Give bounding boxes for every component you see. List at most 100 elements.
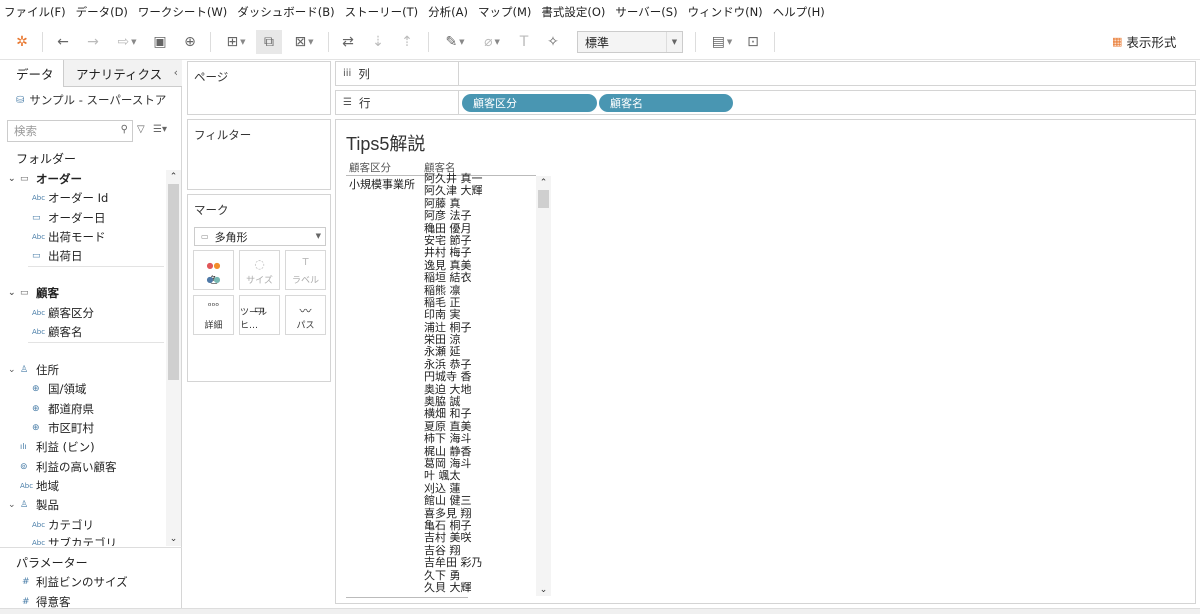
swap-rows-columns-icon[interactable]: ⇄: [338, 30, 358, 54]
customer-name-cell[interactable]: 阿彦 法子: [424, 209, 536, 222]
save-icon[interactable]: ▣: [150, 30, 170, 54]
hierarchy-address[interactable]: ⌄ ♙ 住所: [8, 360, 59, 379]
tab-data[interactable]: データ: [0, 60, 64, 87]
row-pill-customer-segment[interactable]: 顧客区分: [462, 94, 597, 112]
path-button[interactable]: 〰 パス: [285, 295, 326, 335]
field-list-scrollbar[interactable]: ⌃ ⌄: [166, 170, 181, 546]
new-datasource-icon[interactable]: ⊕: [180, 30, 200, 54]
field-order-date[interactable]: ▭ オーダー日: [32, 208, 106, 227]
tableau-logo-icon[interactable]: ✲: [12, 30, 32, 54]
field-order-id[interactable]: Abc オーダー Id: [32, 188, 108, 207]
rows-shelf[interactable]: ☰ 行 顧客区分 顧客名: [335, 90, 1196, 115]
tab-analytics[interactable]: アナリティクス ‹: [64, 60, 182, 87]
menu-data[interactable]: データ(D): [76, 4, 128, 20]
customer-name-cell[interactable]: 稲垣 結衣: [424, 271, 536, 284]
menu-format[interactable]: 書式設定(O): [541, 4, 605, 20]
highlight-icon[interactable]: ✎ ▼: [440, 30, 470, 54]
field-category[interactable]: Abc カテゴリ: [32, 515, 94, 534]
field-ship-date[interactable]: ▭ 出荷日: [32, 246, 83, 265]
collapse-pane-icon[interactable]: ‹: [174, 66, 178, 79]
chevron-up-icon[interactable]: ⌃: [536, 176, 551, 189]
menu-window[interactable]: ウィンドウ(N): [688, 4, 763, 20]
customer-name-cell[interactable]: 吉牟田 彩乃: [424, 556, 536, 569]
chevron-down-icon[interactable]: ⌄: [536, 583, 551, 596]
sort-ascending-icon[interactable]: ⇣: [368, 30, 388, 54]
menu-worksheet[interactable]: ワークシート(W): [138, 4, 227, 20]
sort-descending-icon[interactable]: ⇡: [397, 30, 417, 54]
customer-name-cell[interactable]: 永瀬 延: [424, 346, 536, 359]
menu-map[interactable]: マップ(M): [478, 4, 531, 20]
columns-shelf[interactable]: iii 列: [335, 61, 1196, 86]
view-scrollbar[interactable]: ⌃ ⌄: [536, 176, 551, 596]
show-me-button[interactable]: ▦ 表示形式: [1112, 32, 1176, 51]
field-customer-name[interactable]: Abc 顧客名: [32, 322, 83, 341]
field-region[interactable]: Abc 地域: [20, 476, 59, 495]
fit-select-value: 標準: [585, 35, 610, 50]
segment-cell[interactable]: 小規模事業所: [349, 176, 415, 192]
show-labels-icon[interactable]: T: [514, 30, 534, 54]
chevron-up-icon[interactable]: ⌃: [166, 170, 181, 184]
customer-name-cell[interactable]: 阿久津 大輝: [424, 184, 536, 197]
scrollbar-thumb[interactable]: [168, 184, 179, 380]
new-worksheet-icon[interactable]: ⊞ ▼: [220, 30, 252, 54]
fit-select[interactable]: 標準 ▼: [577, 31, 683, 53]
label-button[interactable]: T ラベル: [285, 250, 326, 290]
hierarchy-product[interactable]: ⌄ ♙ 製品: [8, 495, 59, 514]
parameters-label: パラメーター: [16, 556, 88, 570]
detail-button[interactable]: ᵒᵒᵒ 詳細: [193, 295, 234, 335]
header-customer-segment[interactable]: 顧客区分: [349, 160, 391, 175]
clear-sheet-icon[interactable]: ⊠ ▼: [288, 30, 320, 54]
parameters-section: パラメーター # 利益ビンのサイズ # 得意客: [0, 547, 182, 614]
row-pill-customer-name[interactable]: 顧客名: [599, 94, 733, 112]
field-profit-bin[interactable]: ılı 利益 (ビン): [20, 437, 95, 456]
field-city[interactable]: ⊕ 市区町村: [32, 418, 94, 437]
filters-card[interactable]: フィルター: [187, 119, 331, 190]
menu-story[interactable]: ストーリー(T): [345, 4, 419, 20]
field-ship-mode[interactable]: Abc 出荷モード: [32, 227, 106, 246]
field-label: 地域: [36, 478, 59, 493]
show-cards-icon[interactable]: ▤ ▼: [706, 30, 738, 54]
customer-name-cell[interactable]: 館山 健三: [424, 494, 536, 507]
group-members-icon[interactable]: ⌀ ▼: [477, 30, 507, 54]
menu-analysis[interactable]: 分析(A): [428, 4, 468, 20]
folder-order[interactable]: ⌄ ▭ オーダー: [8, 169, 82, 188]
mark-type-select[interactable]: ▭ 多角形 ▼: [194, 227, 326, 246]
duplicate-sheet-icon[interactable]: ⧉: [256, 30, 282, 54]
scrollbar-thumb[interactable]: [538, 190, 549, 208]
folder-customer[interactable]: ⌄ ▭ 顧客: [8, 283, 59, 302]
datasource-name[interactable]: ⛁ サンプル - スーパーストア: [16, 92, 166, 108]
customer-name-cell[interactable]: 久貝 大輝: [424, 581, 536, 594]
presentation-mode-icon[interactable]: ⊡: [743, 30, 763, 54]
view-options-icon[interactable]: ☰▾: [153, 124, 167, 135]
replay-icon[interactable]: ⇨ ▼: [112, 30, 142, 54]
tooltip-button[interactable]: ▭ ツールヒ…: [239, 295, 280, 335]
field-customer-segment[interactable]: Abc 顧客区分: [32, 303, 94, 322]
menu-help[interactable]: ヘルプ(H): [773, 4, 825, 20]
undo-icon[interactable]: ←: [53, 30, 73, 54]
field-top-customers-set[interactable]: ⊚ 利益の高い顧客: [20, 457, 117, 476]
customer-name-cell[interactable]: 柿下 海斗: [424, 432, 536, 445]
field-subcategory[interactable]: Abc サブカテゴリ: [32, 533, 117, 547]
field-country[interactable]: ⊕ 国/領域: [32, 379, 86, 398]
customer-name-cell[interactable]: 円城寺 香: [424, 370, 536, 383]
chevron-down-icon[interactable]: ⌄: [166, 532, 181, 546]
color-button[interactable]: ●● ●● 色: [193, 250, 234, 290]
size-button[interactable]: ◌ サイズ: [239, 250, 280, 290]
pages-card[interactable]: ページ: [187, 61, 331, 115]
menu-server[interactable]: サーバー(S): [615, 4, 677, 20]
worksheet-title[interactable]: Tips5解説: [346, 130, 425, 156]
customer-name-cell[interactable]: 横畑 和子: [424, 408, 536, 421]
redo-icon[interactable]: →: [83, 30, 103, 54]
field-prefecture[interactable]: ⊕ 都道府県: [32, 399, 94, 418]
search-input[interactable]: 検索 ⚲: [7, 120, 133, 142]
param-profit-bin-size[interactable]: # 利益ビンのサイズ: [22, 573, 128, 591]
customer-name-cell[interactable]: 印南 実: [424, 308, 536, 321]
menu-file[interactable]: ファイル(F): [4, 4, 66, 20]
pin-icon[interactable]: ✧: [543, 30, 563, 54]
customer-name-cell[interactable]: 吉村 美咲: [424, 531, 536, 544]
menu-dashboard[interactable]: ダッシュボード(B): [237, 4, 334, 20]
customer-name-cell[interactable]: 井村 梅子: [424, 246, 536, 259]
toolbar-separator: [328, 32, 329, 52]
customer-name-cell[interactable]: 叶 颯太: [424, 469, 536, 482]
filter-icon[interactable]: ▽: [137, 124, 145, 135]
